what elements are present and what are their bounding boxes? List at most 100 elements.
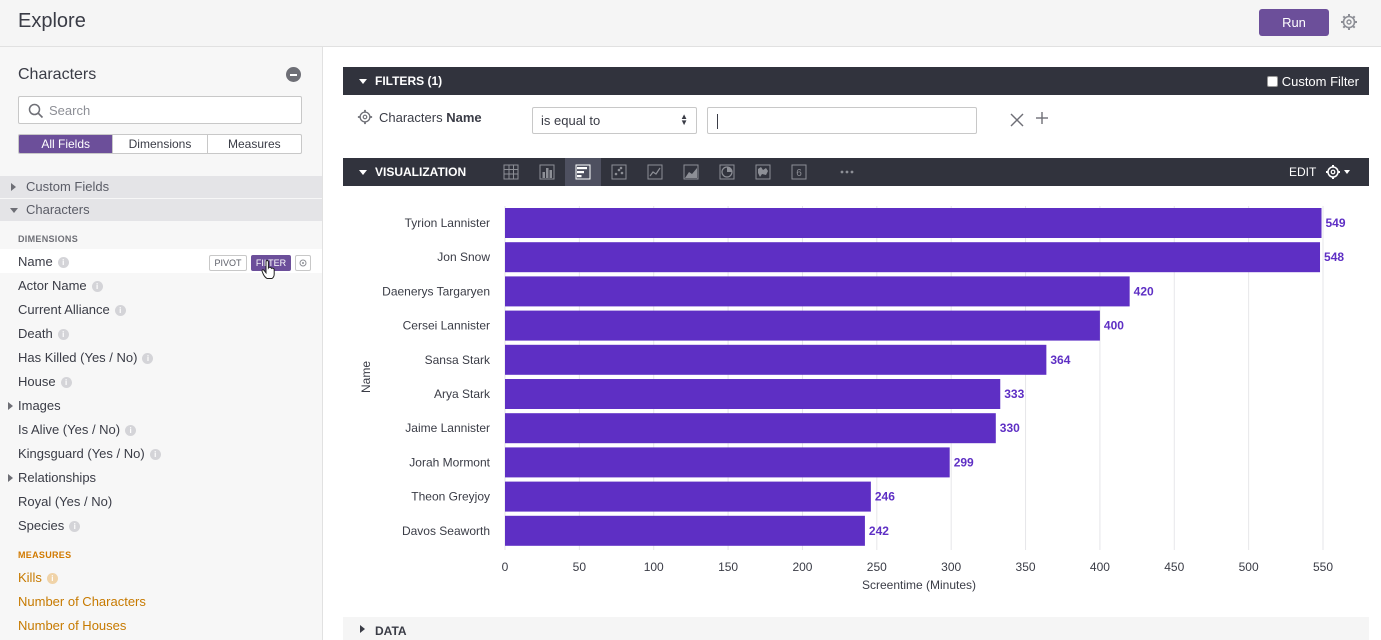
info-icon[interactable]: i xyxy=(114,305,126,316)
info-icon[interactable]: i xyxy=(46,573,58,584)
data-label: 242 xyxy=(869,524,889,538)
operator-select[interactable]: is equal to ▲ ▼ xyxy=(532,107,697,134)
field-has-killed[interactable]: Has Killed (Yes / No) i xyxy=(18,350,154,365)
single-value-viz-icon[interactable]: 6 xyxy=(781,158,817,186)
field-house[interactable]: House i xyxy=(18,374,72,389)
run-button[interactable]: Run xyxy=(1259,9,1329,36)
field-name[interactable]: Name i xyxy=(18,254,69,269)
data-label: 364 xyxy=(1050,353,1070,367)
bar-viz-icon[interactable] xyxy=(565,158,601,186)
field-royal[interactable]: Royal (Yes / No) xyxy=(18,494,112,509)
field-label: Relationships xyxy=(18,470,97,485)
info-icon[interactable]: i xyxy=(149,449,161,460)
field-label: Images xyxy=(18,398,61,413)
bar[interactable] xyxy=(505,208,1322,238)
field-label: Kills xyxy=(18,570,42,585)
tab-measures[interactable]: Measures xyxy=(208,135,301,153)
filters-header[interactable]: FILTERS (1) Custom Filter xyxy=(343,67,1369,95)
bar[interactable] xyxy=(505,379,1001,409)
data-label: 299 xyxy=(954,455,974,469)
field-label: Kingsguard (Yes / No) xyxy=(18,446,145,461)
gear-icon[interactable] xyxy=(1340,13,1358,36)
field-is-alive[interactable]: Is Alive (Yes / No) i xyxy=(18,422,137,437)
main-panel: FILTERS (1) Custom Filter Characters Nam… xyxy=(323,47,1381,640)
bar[interactable] xyxy=(505,242,1321,273)
bar[interactable] xyxy=(505,310,1100,341)
x-tick-label: 50 xyxy=(573,560,587,574)
field-group-images[interactable]: Images xyxy=(18,398,61,413)
data-label: 549 xyxy=(1326,216,1346,230)
field-actor-name[interactable]: Actor Name i xyxy=(18,278,103,293)
close-icon[interactable] xyxy=(1010,113,1024,127)
caret-right-icon xyxy=(11,183,16,191)
filter-view-name: Characters xyxy=(379,110,443,125)
bar[interactable] xyxy=(505,276,1130,307)
search-icon xyxy=(28,103,44,119)
custom-filter-checkbox[interactable] xyxy=(1266,76,1278,87)
column-viz-icon[interactable] xyxy=(529,158,565,186)
x-tick-label: 150 xyxy=(718,560,738,574)
bar[interactable] xyxy=(505,344,1047,375)
field-species[interactable]: Species i xyxy=(18,518,81,533)
tab-dimensions[interactable]: Dimensions xyxy=(113,135,208,153)
area-viz-icon[interactable] xyxy=(673,158,709,186)
scatter-viz-icon[interactable] xyxy=(601,158,637,186)
collapse-icon[interactable] xyxy=(286,67,301,82)
y-tick-label: Jaime Lannister xyxy=(405,421,490,435)
view-name: Characters xyxy=(18,66,97,83)
info-icon[interactable]: i xyxy=(125,425,137,436)
field-settings-icon[interactable] xyxy=(295,255,311,271)
gear-dropdown-icon[interactable] xyxy=(1325,164,1355,180)
pivot-button[interactable]: PIVOT xyxy=(209,255,247,271)
map-viz-icon[interactable] xyxy=(745,158,781,186)
visualization-header[interactable]: VISUALIZATION 6 EDIT xyxy=(343,158,1369,186)
group-custom-fields[interactable]: Custom Fields xyxy=(0,176,322,198)
field-group-relationships[interactable]: Relationships xyxy=(18,470,96,485)
top-bar: Explore Run xyxy=(0,0,1381,47)
field-kingsguard[interactable]: Kingsguard (Yes / No) i xyxy=(18,446,161,461)
field-kills[interactable]: Kills i xyxy=(18,570,58,585)
info-icon[interactable]: i xyxy=(60,377,72,388)
bar[interactable] xyxy=(505,447,950,478)
y-tick-label: Cersei Lannister xyxy=(403,319,490,333)
info-icon[interactable]: i xyxy=(91,281,103,292)
pie-viz-icon[interactable] xyxy=(709,158,745,186)
chart-x-ticks: 0 50 100 150 200 250 300 350 400 450 500 550 xyxy=(502,560,1334,574)
measures-header: MEASURES xyxy=(18,550,72,560)
more-icon[interactable] xyxy=(829,158,865,186)
caret-down-icon xyxy=(10,208,18,213)
field-number-of-characters[interactable]: Number of Characters xyxy=(18,594,146,609)
x-axis-label: Screentime (Minutes) xyxy=(862,578,976,592)
y-tick-label: Davos Seaworth xyxy=(402,524,490,538)
field-number-of-houses[interactable]: Number of Houses xyxy=(18,618,126,633)
search-field[interactable] xyxy=(18,96,302,124)
bar[interactable] xyxy=(505,413,996,444)
table-viz-icon[interactable] xyxy=(493,158,529,186)
data-label: 333 xyxy=(1004,387,1024,401)
info-icon[interactable]: i xyxy=(142,353,154,364)
info-icon[interactable]: i xyxy=(57,329,69,340)
gear-icon[interactable] xyxy=(357,109,373,125)
data-section-header[interactable]: DATA xyxy=(343,617,1369,640)
bar[interactable] xyxy=(505,481,871,512)
filter-row: Characters Name is equal to ▲ ▼ xyxy=(343,107,1369,137)
bar[interactable] xyxy=(505,515,865,546)
info-icon[interactable]: i xyxy=(69,521,81,532)
search-input[interactable] xyxy=(49,101,289,119)
y-tick-label: Jorah Mormont xyxy=(409,455,490,469)
line-viz-icon[interactable] xyxy=(637,158,673,186)
field-label: Number of Houses xyxy=(18,618,127,633)
field-current-alliance[interactable]: Current Alliance i xyxy=(18,302,126,317)
field-death[interactable]: Death i xyxy=(18,326,69,341)
field-label: House xyxy=(18,374,56,389)
plus-icon[interactable] xyxy=(1035,111,1049,125)
x-tick-label: 250 xyxy=(867,560,887,574)
filter-value-input[interactable] xyxy=(707,107,977,134)
custom-filter-toggle[interactable]: Custom Filter xyxy=(1266,74,1359,89)
custom-filter-label: Custom Filter xyxy=(1281,74,1359,89)
tab-all-fields[interactable]: All Fields xyxy=(19,135,114,153)
field-type-tabs: All Fields Dimensions Measures xyxy=(18,134,302,154)
group-characters[interactable]: Characters xyxy=(0,199,322,221)
info-icon[interactable]: i xyxy=(57,257,69,268)
edit-button[interactable]: EDIT xyxy=(1289,165,1316,179)
